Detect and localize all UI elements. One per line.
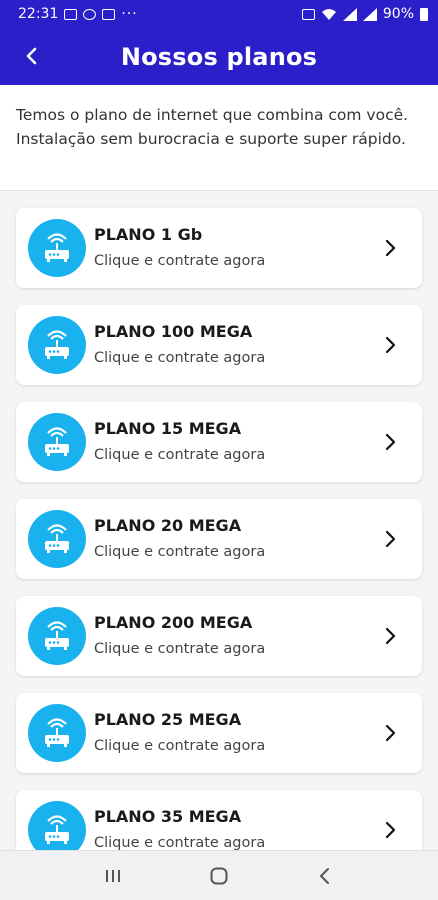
recents-icon bbox=[106, 869, 120, 882]
chevron-right-icon bbox=[385, 821, 396, 839]
plan-card-100mega[interactable]: PLANO 100 MEGA Clique e contrate agora bbox=[16, 305, 422, 385]
image-notification-icon bbox=[64, 8, 78, 20]
plan-card-200mega[interactable]: PLANO 200 MEGA Clique e contrate agora bbox=[16, 596, 422, 676]
whatsapp-notification-icon bbox=[83, 8, 97, 20]
router-icon bbox=[28, 607, 86, 665]
status-right: 90% bbox=[301, 6, 428, 22]
plan-name: PLANO 15 MEGA bbox=[94, 419, 242, 438]
status-bar: 22:31 ··· 90% bbox=[0, 0, 438, 28]
chevron-right-icon bbox=[385, 336, 396, 354]
plan-name: PLANO 35 MEGA bbox=[94, 807, 242, 826]
page-title: Nossos planos bbox=[120, 42, 318, 71]
plan-card-25mega[interactable]: PLANO 25 MEGA Clique e contrate agora bbox=[16, 693, 422, 773]
router-icon bbox=[28, 316, 86, 374]
intro-text: Temos o plano de internet que combina co… bbox=[0, 85, 438, 191]
app-bar: Nossos planos bbox=[0, 28, 438, 85]
plan-subtitle: Clique e contrate agora bbox=[94, 641, 266, 657]
battery-percent: 90% bbox=[382, 6, 414, 22]
plan-name: PLANO 100 MEGA bbox=[94, 322, 253, 341]
plan-subtitle: Clique e contrate agora bbox=[94, 544, 266, 560]
plan-subtitle: Clique e contrate agora bbox=[94, 253, 266, 269]
plan-card-35mega[interactable]: PLANO 35 MEGA Clique e contrate agora bbox=[16, 790, 422, 850]
chevron-right-icon bbox=[385, 433, 396, 451]
plan-name: PLANO 20 MEGA bbox=[94, 516, 242, 535]
nfc-icon bbox=[301, 8, 315, 20]
router-icon bbox=[28, 801, 86, 850]
status-left: 22:31 ··· bbox=[18, 6, 138, 22]
plan-subtitle: Clique e contrate agora bbox=[94, 350, 266, 366]
router-icon bbox=[28, 510, 86, 568]
system-nav-bar bbox=[0, 850, 438, 900]
battery-icon bbox=[420, 7, 428, 21]
plan-subtitle: Clique e contrate agora bbox=[94, 447, 266, 463]
plan-name: PLANO 25 MEGA bbox=[94, 710, 242, 729]
plan-name: PLANO 200 MEGA bbox=[94, 613, 253, 632]
system-back-button[interactable] bbox=[305, 856, 345, 896]
plans-list: PLANO 1 Gb Clique e contrate agora PLANO… bbox=[0, 191, 438, 850]
chevron-right-icon bbox=[385, 627, 396, 645]
chevron-right-icon bbox=[385, 530, 396, 548]
chevron-right-icon bbox=[385, 724, 396, 742]
plan-card-20mega[interactable]: PLANO 20 MEGA Clique e contrate agora bbox=[16, 499, 422, 579]
wifi-icon bbox=[321, 8, 336, 20]
plan-card-1gb[interactable]: PLANO 1 Gb Clique e contrate agora bbox=[16, 208, 422, 288]
router-icon bbox=[28, 219, 86, 277]
chevron-left-icon bbox=[26, 47, 37, 65]
recents-button[interactable] bbox=[93, 856, 133, 896]
back-button[interactable] bbox=[14, 38, 50, 74]
signal-icon-2 bbox=[362, 7, 377, 21]
more-notifications-dots: ··· bbox=[121, 6, 138, 22]
signal-icon bbox=[342, 7, 357, 21]
plan-subtitle: Clique e contrate agora bbox=[94, 738, 266, 754]
home-button[interactable] bbox=[199, 856, 239, 896]
router-icon bbox=[28, 704, 86, 762]
chevron-right-icon bbox=[385, 239, 396, 257]
back-icon bbox=[320, 867, 329, 884]
router-icon bbox=[28, 413, 86, 471]
status-time: 22:31 bbox=[18, 6, 59, 22]
plan-subtitle: Clique e contrate agora bbox=[94, 835, 266, 850]
plan-name: PLANO 1 Gb bbox=[94, 225, 203, 244]
news-notification-icon bbox=[102, 8, 116, 20]
plan-card-15mega[interactable]: PLANO 15 MEGA Clique e contrate agora bbox=[16, 402, 422, 482]
home-icon bbox=[210, 867, 228, 884]
